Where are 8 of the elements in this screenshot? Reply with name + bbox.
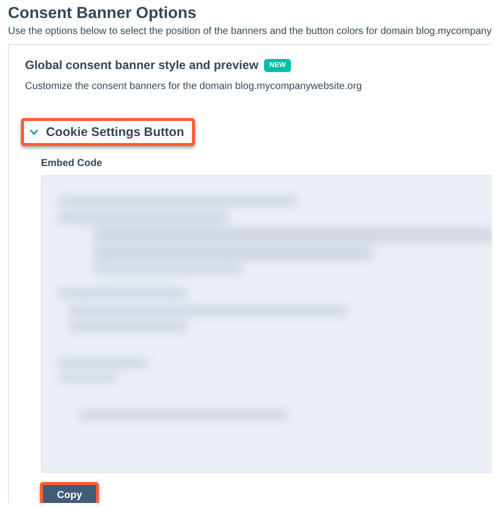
page-title: Consent Banner Options [8, 5, 198, 23]
embed-code-label: Embed Code [41, 158, 104, 169]
page-description: Use the options below to select the position of the banners and the button colors for domain blog.mycompany [8, 26, 492, 37]
card-heading: Global consent banner style and preview [25, 58, 258, 72]
copy-button[interactable]: Copy [40, 482, 99, 503]
chevron-icon [29, 127, 39, 137]
card-description: Customize the consent banners for the domain blog.mycompanywebsite.org [25, 81, 363, 92]
section-toggle[interactable]: Cookie Settings Button [21, 118, 196, 146]
